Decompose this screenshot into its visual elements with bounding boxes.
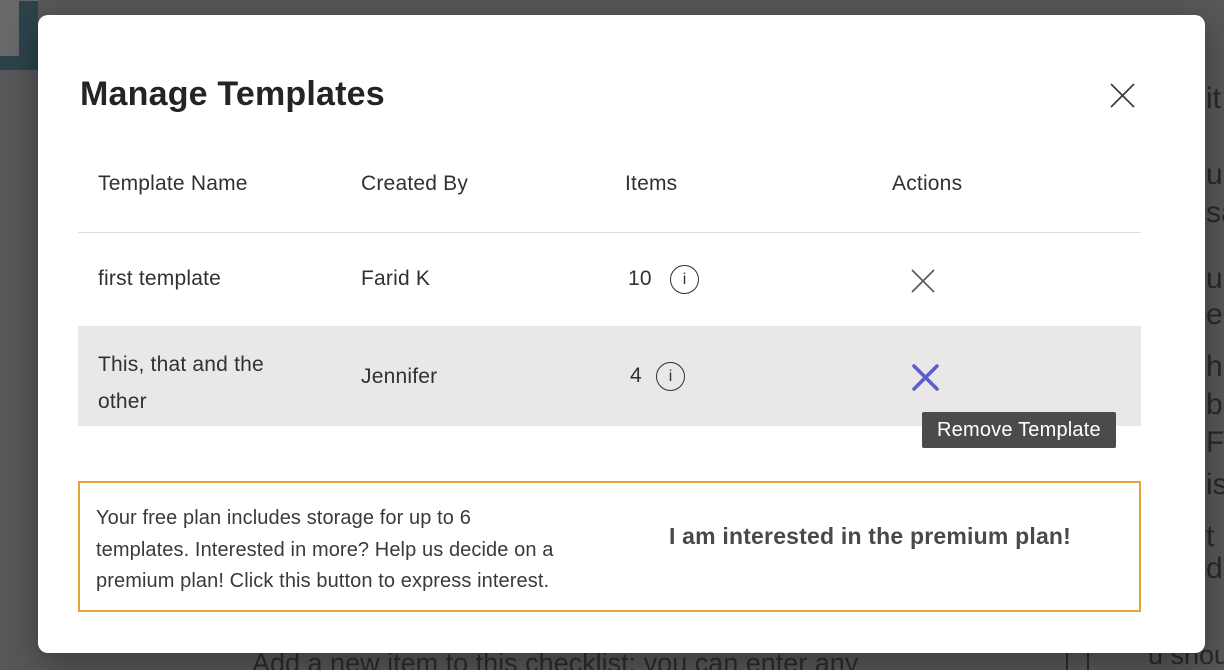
- background-text-fragment: e: [1206, 300, 1223, 330]
- column-header-actions: Actions: [892, 172, 962, 196]
- created-by-cell: Farid K: [361, 267, 430, 291]
- template-name-cell: first template: [98, 267, 221, 291]
- background-caret-line: [1087, 652, 1089, 670]
- background-highlight-patch: [0, 0, 19, 56]
- background-text-fragment: u: [1206, 160, 1223, 190]
- background-text-fragment: h: [1206, 352, 1223, 382]
- remove-icon: [911, 363, 940, 392]
- background-text-fragment: F: [1206, 428, 1224, 458]
- remove-template-button-active[interactable]: [908, 360, 942, 394]
- items-count: 10: [628, 267, 652, 291]
- info-icon[interactable]: i: [656, 362, 685, 391]
- premium-plan-description: Your free plan includes storage for up t…: [96, 503, 553, 598]
- background-text-fragment: b: [1206, 390, 1223, 420]
- background-text-fragment: sa: [1206, 198, 1224, 228]
- close-icon: [1109, 82, 1136, 109]
- tooltip: Remove Template: [922, 412, 1116, 448]
- background-text-fragment: is: [1206, 470, 1224, 500]
- column-header-items: Items: [625, 172, 677, 196]
- close-button[interactable]: [1100, 73, 1144, 117]
- info-icon[interactable]: i: [670, 265, 699, 294]
- premium-description-line: templates. Interested in more? Help us d…: [96, 535, 553, 567]
- premium-interest-button[interactable]: I am interested in the premium plan!: [625, 523, 1115, 550]
- background-text-fragment: it: [1206, 84, 1221, 114]
- items-count: 4: [630, 364, 642, 388]
- remove-template-button[interactable]: [906, 264, 940, 298]
- dialog-title: Manage Templates: [80, 75, 385, 114]
- background-text-fragment: t: [1206, 522, 1214, 552]
- premium-plan-banner: Your free plan includes storage for up t…: [78, 481, 1141, 612]
- background-divider: [0, 0, 38, 1]
- created-by-cell: Jennifer: [361, 365, 437, 389]
- premium-description-line: premium plan! Click this button to expre…: [96, 566, 553, 598]
- background-text-fragment: d: [1206, 554, 1223, 584]
- template-name-cell: This, that and the other: [98, 346, 303, 420]
- column-header-created-by: Created By: [361, 172, 468, 196]
- premium-description-line: Your free plan includes storage for up t…: [96, 503, 553, 535]
- table-header-divider: [78, 232, 1141, 233]
- column-header-template-name: Template Name: [98, 172, 248, 196]
- manage-templates-dialog: Manage Templates Template Name Created B…: [38, 15, 1205, 653]
- background-bottom-text: Add a new item to this checklist: you ca…: [252, 650, 858, 670]
- remove-icon: [910, 268, 936, 294]
- screen: it u sa u e h b F is t d u shou Add a ne…: [0, 0, 1224, 670]
- background-caret-line: [1066, 652, 1068, 670]
- background-text-fragment: u: [1206, 264, 1223, 294]
